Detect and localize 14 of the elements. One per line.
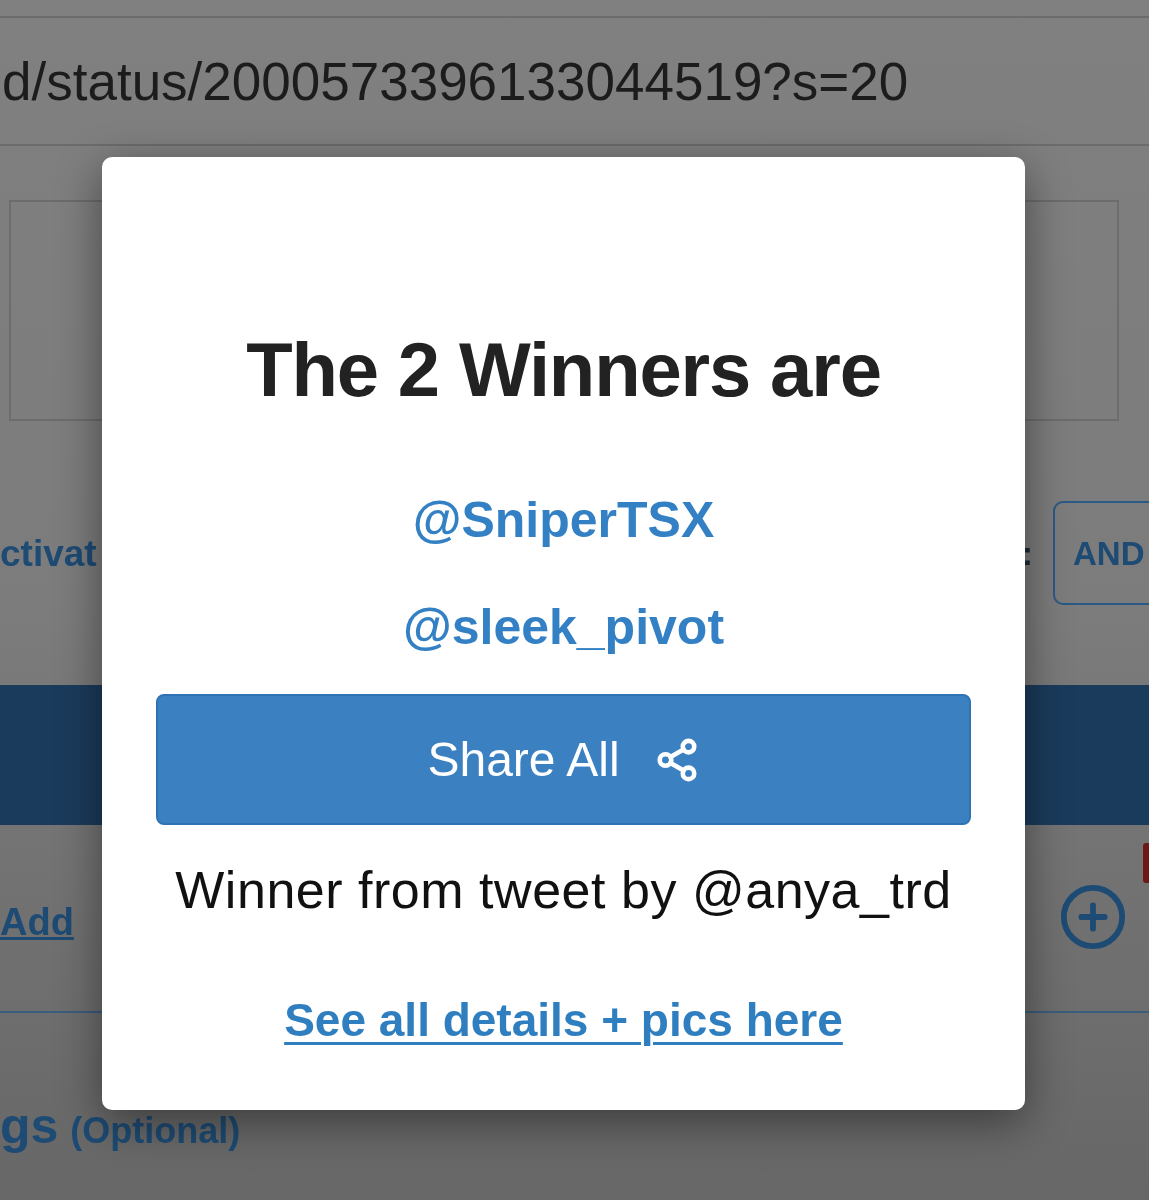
label-colon: :: [1021, 536, 1033, 570]
activation-label: ctivat: [0, 534, 97, 572]
winner-source-text: Winner from tweet by @anya_trd: [175, 860, 952, 920]
winner-link[interactable]: @sleek_pivot: [402, 597, 725, 657]
url-field[interactable]: d/status/2000573396133044519?s=20: [0, 18, 1149, 144]
add-circle-icon[interactable]: [1058, 882, 1128, 952]
badge-icon: [1143, 843, 1149, 883]
share-all-button[interactable]: Share All: [156, 694, 971, 825]
winner-link[interactable]: @SniperTSX: [412, 490, 715, 550]
optional-note: (Optional): [70, 1113, 241, 1149]
section-heading: gs: [0, 1101, 59, 1151]
operator-button[interactable]: AND: [1053, 501, 1149, 605]
dialog-title: The 2 Winners are: [246, 332, 881, 408]
details-link[interactable]: See all details + pics here: [284, 992, 843, 1048]
